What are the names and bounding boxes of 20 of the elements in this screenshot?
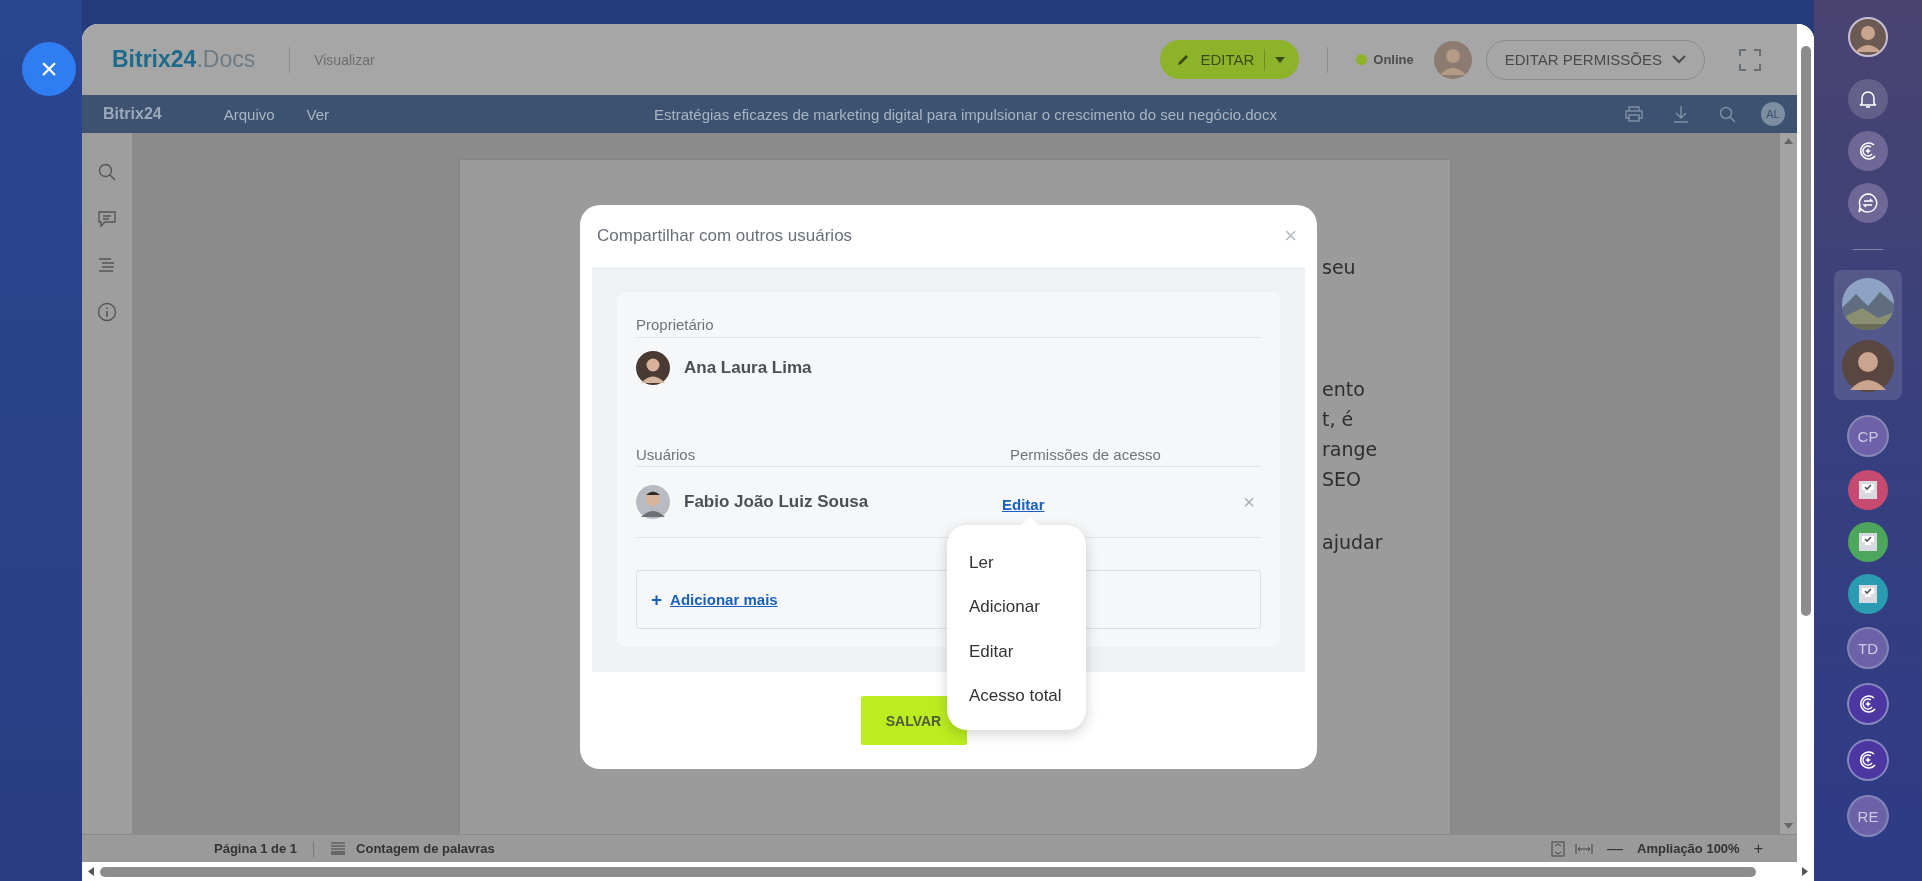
logo: Bitrix24 xyxy=(103,105,162,123)
document-text: t, é xyxy=(1322,407,1355,432)
owner-name: Ana Laura Lima xyxy=(684,358,812,378)
section-label: Proprietário xyxy=(636,316,714,333)
document-text: seu xyxy=(1322,255,1357,280)
dialog-title: Compartilhar com outros usuários xyxy=(597,226,854,246)
page-indicator: Página 1 de 1 xyxy=(214,841,298,856)
document-text: ajudar xyxy=(1322,530,1384,555)
document-text: range xyxy=(1322,437,1379,462)
document-text: ento xyxy=(1322,377,1366,402)
online-status: Online xyxy=(1356,52,1414,67)
logo: Bitrix24.Docs xyxy=(112,46,256,73)
mode-label: Visualizar xyxy=(314,51,375,68)
document-title: Estratégias eficazes de marketing digital para impulsionar o crescimento do seu negócio.docx xyxy=(653,105,1278,123)
zoom-level: Ampliação 100% xyxy=(1637,841,1740,856)
document-text: SEO xyxy=(1322,467,1363,492)
user-name: Fabio João Luiz Sousa xyxy=(684,492,870,512)
column-label: Usuários xyxy=(636,446,697,463)
column-label: Permissões de acesso xyxy=(1010,446,1161,463)
plus-icon: + xyxy=(651,588,663,611)
